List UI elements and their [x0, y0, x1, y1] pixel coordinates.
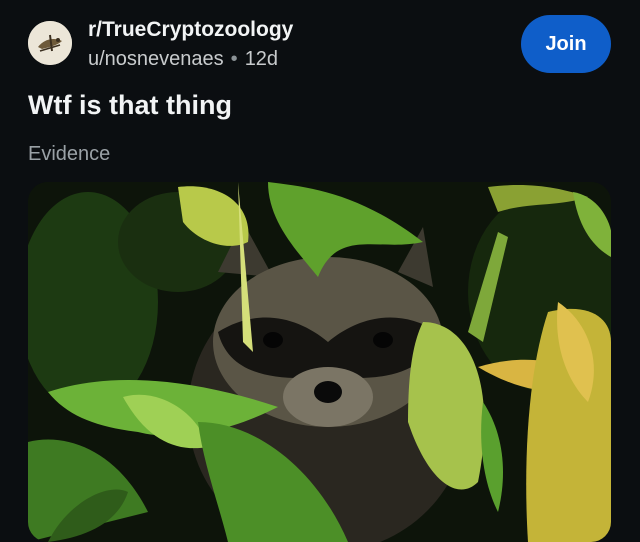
post-age: 12d	[244, 48, 279, 70]
post-title[interactable]: Wtf is that thing	[28, 90, 232, 121]
raccoon-photo	[28, 182, 611, 542]
meta-separator: •	[230, 48, 238, 70]
community-name[interactable]: r/TrueCryptozoology	[88, 18, 293, 42]
community-avatar-icon[interactable]	[28, 21, 72, 65]
post-meta: u/nosnevenaes • 12d	[88, 48, 278, 71]
post-flair[interactable]: Evidence	[28, 143, 110, 166]
post-image[interactable]	[28, 182, 611, 542]
join-button[interactable]: Join	[521, 15, 611, 73]
post-header: r/TrueCryptozoology u/nosnevenaes • 12d Jo…	[0, 0, 640, 80]
author-name[interactable]: u/nosnevenaes	[88, 48, 224, 70]
avatar-image	[28, 21, 72, 65]
